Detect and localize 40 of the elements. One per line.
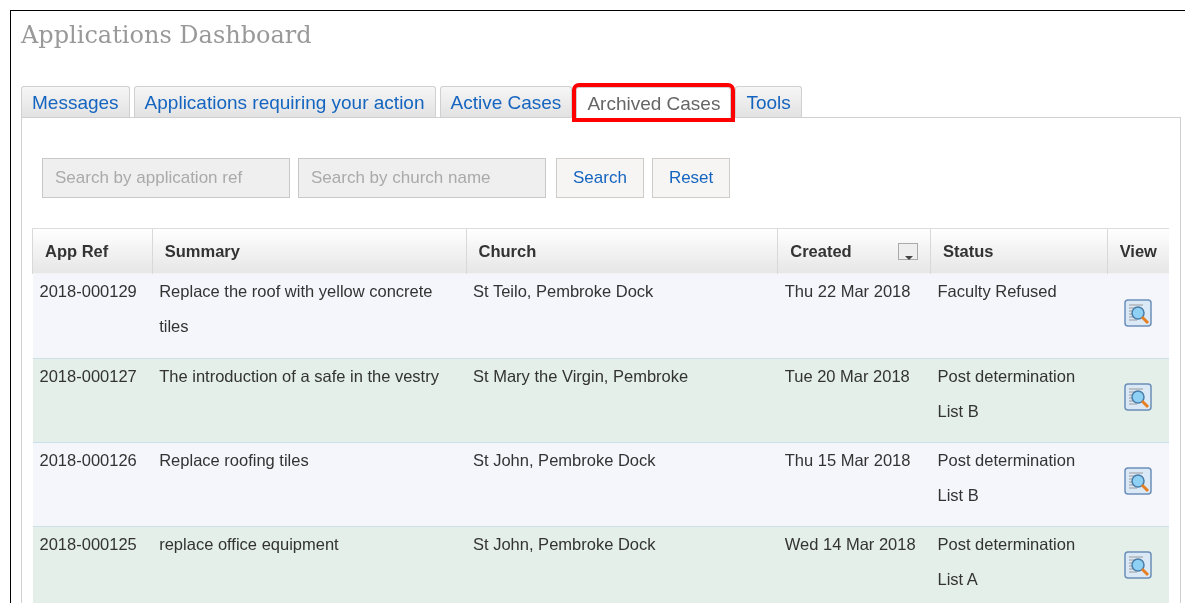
- table-cell-text: Faculty Refused: [937, 281, 1058, 303]
- table-cell-text: Thu 15 Mar 2018: [784, 449, 912, 471]
- table-cell-text: replace office equipment: [159, 533, 340, 555]
- table-cell-text: 2018-000127: [39, 365, 138, 387]
- table-cell-text: Thu 22 Mar 2018: [784, 281, 912, 303]
- magnifier-document-icon[interactable]: [1123, 466, 1154, 497]
- table-cell-text: St John, Pembroke Dock: [473, 449, 657, 471]
- magnifier-document-icon[interactable]: [1123, 297, 1154, 328]
- magnifier-document-icon[interactable]: [1123, 550, 1154, 581]
- magnifier-document-icon[interactable]: [1123, 382, 1154, 413]
- tab[interactable]: Messages: [21, 85, 130, 117]
- table-cell-text: 2018-000125: [39, 533, 138, 555]
- column-header: Church: [466, 228, 778, 275]
- column-header: View: [1107, 228, 1169, 275]
- search-button[interactable]: Search: [556, 157, 644, 198]
- column-header: Status: [930, 228, 1108, 275]
- tab[interactable]: Applications requiring your action: [133, 85, 436, 117]
- page-title: Applications Dashboard: [21, 21, 313, 50]
- column-header: App Ref: [32, 228, 153, 275]
- table-cell-text: St Mary the Virgin, Pembroke: [473, 365, 690, 387]
- tab[interactable]: Tools: [735, 85, 802, 117]
- table-cell-text: Tue 20 Mar 2018: [784, 365, 911, 387]
- table-cell-text: Replace roofing tiles: [159, 449, 310, 471]
- reset-button[interactable]: Reset: [651, 157, 731, 198]
- table-cell-text: Post determination List B: [937, 449, 1077, 506]
- table-cell-text: The introduction of a safe in the vestry: [159, 365, 440, 387]
- sort-dropdown-icon[interactable]: [898, 243, 918, 261]
- table-cell-text: Post determination List A: [937, 533, 1077, 590]
- table-cell-text: 2018-000126: [39, 449, 138, 471]
- table-cell-text: Wed 14 Mar 2018: [784, 533, 917, 555]
- tab[interactable]: Active Cases: [439, 85, 573, 117]
- column-header: Summary: [152, 228, 466, 275]
- column-header: Created: [790, 241, 852, 263]
- table-cell-text: Post determination List B: [937, 365, 1077, 422]
- table-cell-text: Replace the roof with yellow concrete tiles: [159, 281, 434, 338]
- table-cell-text: 2018-000129: [39, 281, 138, 303]
- search-field[interactable]: Search by church name: [298, 157, 546, 198]
- search-field[interactable]: Search by application ref: [42, 157, 290, 198]
- table-cell-text: St Teilo, Pembroke Dock: [473, 281, 655, 303]
- table-cell-text: St John, Pembroke Dock: [473, 533, 657, 555]
